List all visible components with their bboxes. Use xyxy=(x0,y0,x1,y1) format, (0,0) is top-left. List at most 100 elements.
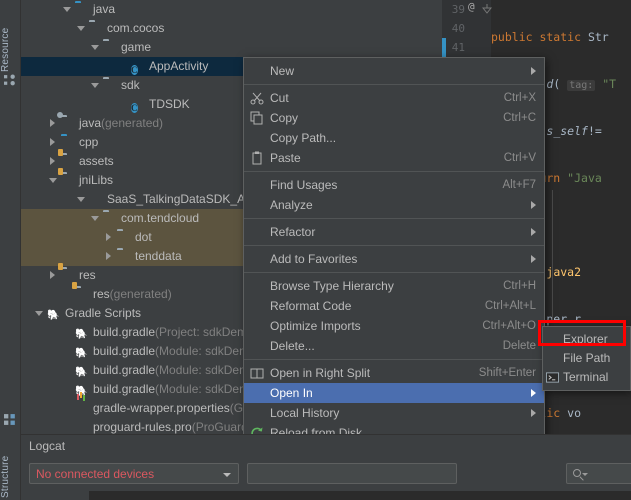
tree-row-label: dot xyxy=(135,230,152,244)
logcat-device-selector[interactable]: No connected devices xyxy=(29,463,239,484)
menu-item-label: Copy Path... xyxy=(270,131,337,145)
folder-icon xyxy=(117,231,131,245)
menu-item[interactable]: Open In xyxy=(244,383,544,403)
submenu-arrow-icon xyxy=(531,228,536,236)
logcat-output xyxy=(89,491,631,500)
chevron-right-icon[interactable] xyxy=(49,138,58,147)
menu-item-label: Local History xyxy=(270,406,340,420)
chevron-down-icon[interactable] xyxy=(91,81,100,90)
menu-item-shortcut: Ctrl+Alt+L xyxy=(484,300,536,312)
menu-item[interactable]: Explorer xyxy=(543,330,630,349)
menu-item[interactable]: Copy Path... xyxy=(244,128,544,148)
menu-item[interactable]: Open in Right Split Shift+Enter xyxy=(244,363,544,383)
gradle-icon xyxy=(75,326,89,340)
menu-item[interactable]: New xyxy=(244,61,544,81)
folder-icon xyxy=(75,3,89,17)
chevron-right-icon[interactable] xyxy=(105,252,114,261)
tree-row-label: sdk xyxy=(121,78,140,92)
tool-window-structure[interactable]: Structure xyxy=(0,428,21,498)
tree-row-subtitle: (generated) xyxy=(101,116,164,130)
menu-item-shortcut: Ctrl+C xyxy=(503,112,536,124)
menu-item-label: Explorer xyxy=(563,332,608,346)
chevron-down-icon xyxy=(582,473,588,476)
gradle-icon xyxy=(75,345,89,359)
tree-row-label: res xyxy=(93,287,110,301)
menu-item[interactable]: Delete... Delete xyxy=(244,336,544,356)
chevron-right-icon[interactable] xyxy=(49,157,58,166)
menu-item[interactable]: Refactor xyxy=(244,222,544,242)
menu-item[interactable]: Paste Ctrl+V xyxy=(244,148,544,168)
line-number: 40 xyxy=(451,22,465,35)
menu-item[interactable]: File Path xyxy=(543,349,630,368)
menu-item[interactable]: Find Usages Alt+F7 xyxy=(244,175,544,195)
logcat-search-input[interactable] xyxy=(566,463,631,484)
menu-item-label: Open In xyxy=(270,386,313,400)
menu-item[interactable]: Browse Type Hierarchy Ctrl+H xyxy=(244,276,544,296)
menu-item[interactable]: Terminal xyxy=(543,368,630,387)
tree-row-subtitle: (generated) xyxy=(109,287,172,301)
tree-row-label: Gradle Scripts xyxy=(65,306,142,320)
menu-separator xyxy=(244,359,544,360)
menu-item[interactable]: Optimize Imports Ctrl+Alt+O xyxy=(244,316,544,336)
chevron-down-icon[interactable] xyxy=(35,309,44,318)
tree-row-label: game xyxy=(121,40,152,54)
submenu-arrow-icon xyxy=(531,67,536,75)
tree-row[interactable]: com.cocos xyxy=(21,19,442,38)
menu-item-shortcut: Ctrl+Alt+O xyxy=(482,320,536,332)
tree-row-label: gradle-wrapper.properties xyxy=(93,401,230,415)
submenu-arrow-icon xyxy=(531,409,536,417)
chevron-down-icon[interactable] xyxy=(77,195,86,204)
chevron-right-icon[interactable] xyxy=(105,233,114,242)
menu-item[interactable]: Local History xyxy=(244,403,544,423)
menu-item[interactable]: Add to Favorites xyxy=(244,249,544,269)
jar-file-icon xyxy=(89,193,103,207)
menu-item-label: Cut xyxy=(270,91,289,105)
tree-row[interactable]: java xyxy=(21,0,442,19)
menu-separator xyxy=(244,218,544,219)
submenu-arrow-icon xyxy=(531,201,536,209)
menu-item-label: Copy xyxy=(270,111,299,125)
open-in-submenu[interactable]: Explorer File Path Terminal xyxy=(542,326,631,391)
menu-item[interactable]: Cut Ctrl+X xyxy=(244,88,544,108)
menu-item-shortcut: Ctrl+H xyxy=(503,280,536,292)
menu-item-label: Reformat Code xyxy=(270,299,352,313)
annotation-gutter-icon[interactable]: @ xyxy=(468,0,475,13)
logcat-panel: Logcat No connected devices xyxy=(21,434,631,500)
library-folder-icon xyxy=(61,155,75,169)
chevron-right-icon[interactable] xyxy=(49,119,58,128)
menu-item-shortcut: Alt+F7 xyxy=(502,179,536,191)
folder-icon xyxy=(89,22,103,36)
menu-item[interactable]: Copy Ctrl+C xyxy=(244,108,544,128)
chevron-right-icon[interactable] xyxy=(49,271,58,280)
menu-item[interactable]: Analyze xyxy=(244,195,544,215)
tool-window-resource-manager[interactable]: Resource xyxy=(0,2,21,72)
chevron-down-icon[interactable] xyxy=(63,5,72,14)
chevron-down-icon[interactable] xyxy=(49,176,58,185)
tree-row-label: java xyxy=(79,116,102,130)
logcat-process-selector[interactable] xyxy=(247,463,457,484)
tree-row[interactable]: game xyxy=(21,38,442,57)
logcat-toolbar-strip xyxy=(21,491,89,500)
terminal-icon xyxy=(546,371,560,385)
chevron-down-icon[interactable] xyxy=(77,24,86,33)
menu-item-label: Terminal xyxy=(563,370,609,384)
chevron-down-icon[interactable] xyxy=(91,43,100,52)
tree-row-label: TDSDK xyxy=(149,97,190,111)
menu-item-label: Browse Type Hierarchy xyxy=(270,279,394,293)
logcat-title[interactable]: Logcat xyxy=(29,439,65,453)
menu-item-label: Optimize Imports xyxy=(270,319,361,333)
chevron-down-icon[interactable] xyxy=(91,214,100,223)
menu-item[interactable]: Reformat Code Ctrl+Alt+L xyxy=(244,296,544,316)
structure-icon xyxy=(4,414,15,425)
generated-folder-icon xyxy=(61,117,75,131)
menu-item-label: Add to Favorites xyxy=(270,252,358,266)
menu-item-shortcut: Shift+Enter xyxy=(478,367,536,379)
tree-row-label: tenddata xyxy=(135,249,182,263)
line-number: 41 xyxy=(451,41,465,54)
menu-item-label: Find Usages xyxy=(270,178,338,192)
